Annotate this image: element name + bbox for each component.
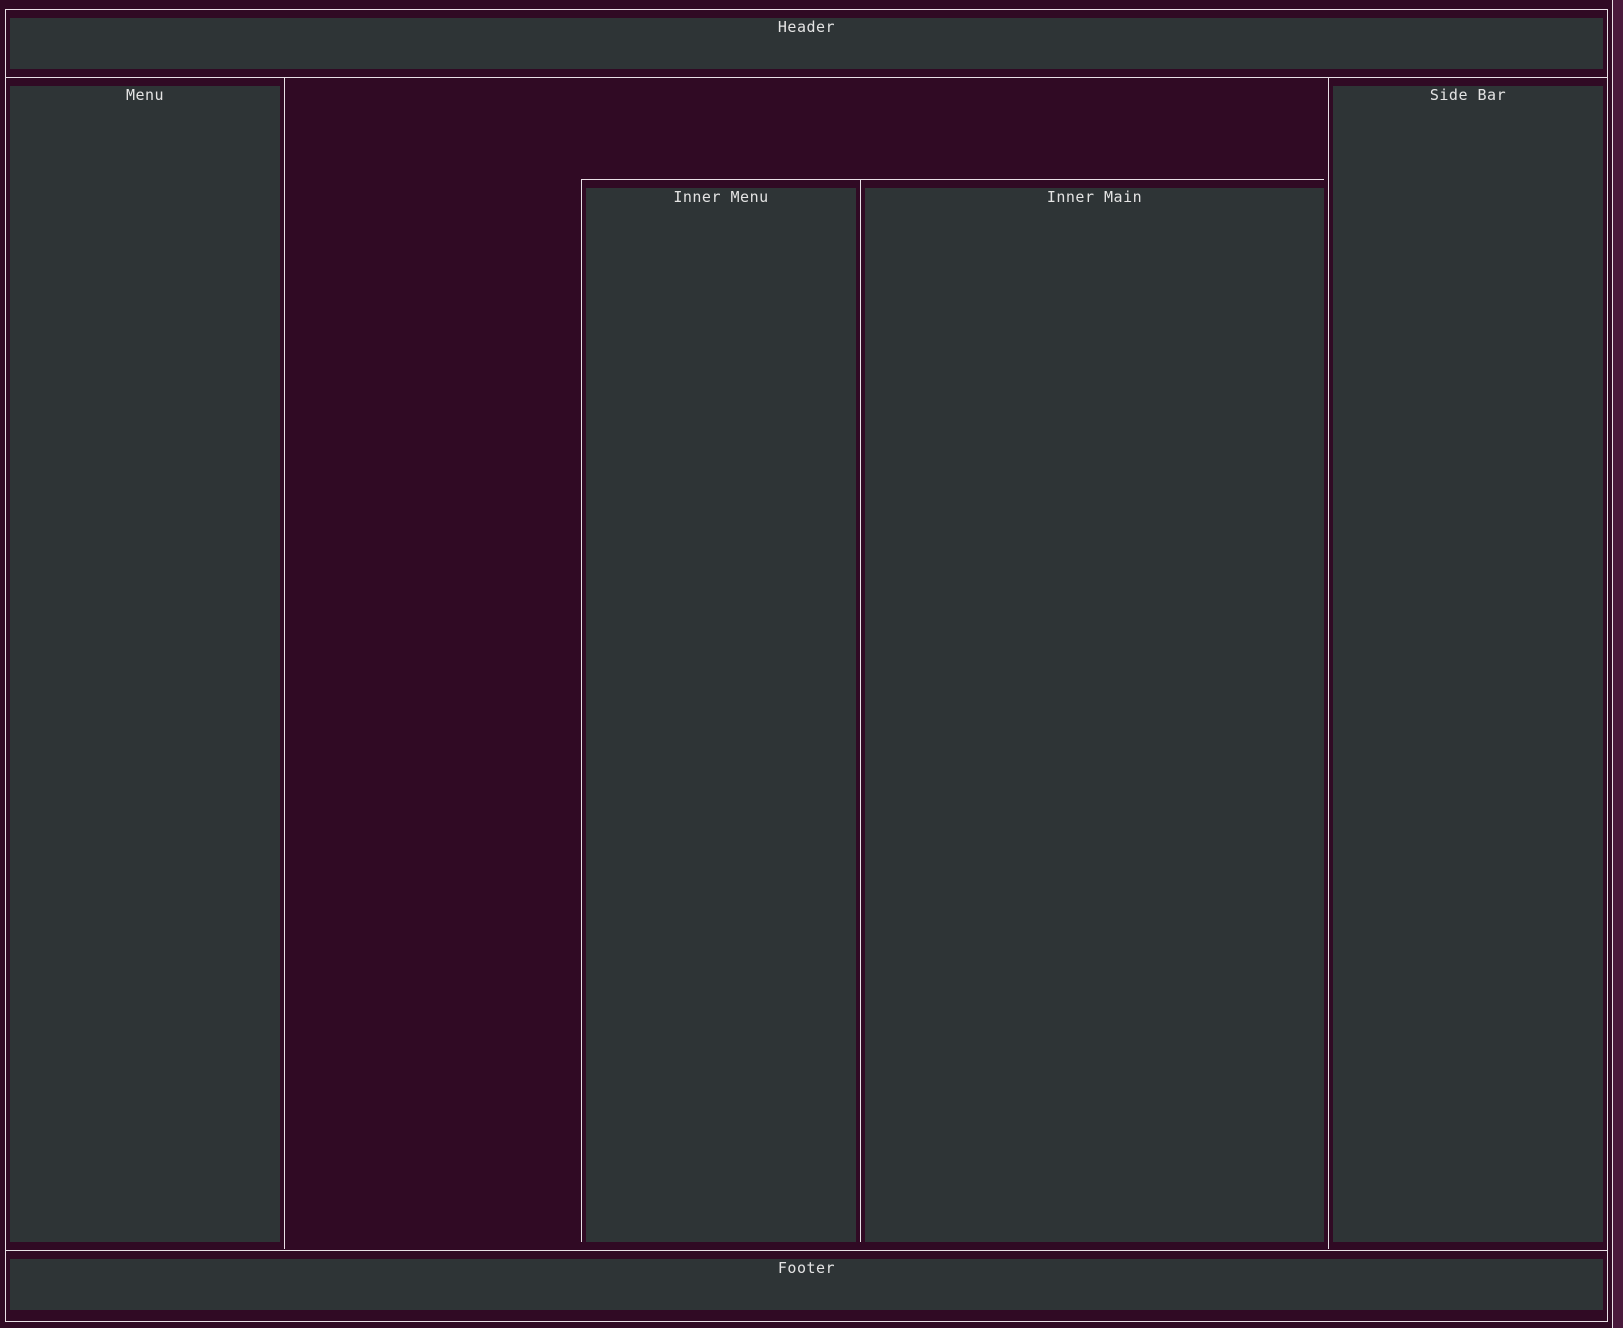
header-separator (5, 77, 1608, 78)
menu-pane[interactable]: Menu (10, 86, 280, 1242)
menu-title: Menu (125, 86, 165, 104)
footer-pane[interactable]: Footer (10, 1259, 1603, 1310)
window-edge (1613, 0, 1623, 1328)
inner-left-border (581, 179, 582, 1242)
menu-divider[interactable] (284, 77, 285, 1249)
sidebar-title: Side Bar (1429, 86, 1507, 104)
sidebar-divider[interactable] (1328, 77, 1329, 1249)
header-title: Header (777, 18, 836, 36)
sidebar-pane[interactable]: Side Bar (1333, 86, 1603, 1242)
inner-top-border (581, 179, 1324, 180)
inner-divider[interactable] (860, 179, 861, 1242)
inner-menu-pane[interactable]: Inner Menu (586, 188, 856, 1242)
footer-separator (5, 1250, 1608, 1251)
inner-main-title: Inner Main (1046, 188, 1143, 206)
inner-menu-title: Inner Menu (673, 188, 769, 206)
footer-title: Footer (777, 1259, 836, 1277)
inner-main-pane[interactable]: Inner Main (865, 188, 1324, 1242)
header-pane[interactable]: Header (10, 18, 1603, 69)
window-edge-line (1612, 0, 1613, 1328)
